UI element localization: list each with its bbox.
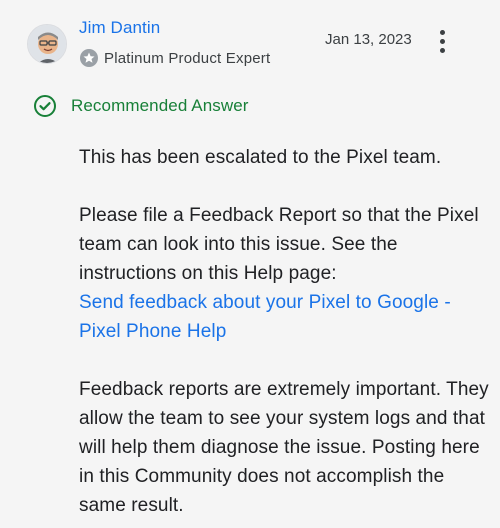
answer-body: This has been escalated to the Pixel tea…: [79, 143, 489, 528]
paragraph-feedback-instructions: Please file a Feedback Report so that th…: [79, 201, 489, 346]
help-page-link[interactable]: Send feedback about your Pixel to Google…: [79, 292, 451, 342]
more-options-button[interactable]: [428, 27, 456, 55]
badge-label: Platinum Product Expert: [104, 49, 271, 67]
recommended-answer-label: Recommended Answer: [33, 94, 249, 118]
recommended-label: Recommended Answer: [71, 96, 249, 115]
check-circle-icon: [34, 95, 56, 117]
paragraph-importance: Feedback reports are extremely important…: [79, 379, 489, 516]
avatar-image: [28, 25, 66, 63]
post-date: Jan 13, 2023: [325, 31, 412, 48]
author-badge: Platinum Product Expert: [79, 48, 270, 68]
avatar[interactable]: [27, 24, 67, 64]
paragraph-feedback-text: Please file a Feedback Report so that th…: [79, 205, 479, 284]
author-name[interactable]: Jim Dantin: [79, 18, 160, 38]
answer-card: Jim Dantin Platinum Product Expert Jan 1…: [0, 0, 500, 528]
more-vert-icon-dot: [439, 38, 445, 44]
paragraph-escalated: This has been escalated to the Pixel tea…: [79, 147, 442, 168]
star-badge-icon: [80, 49, 98, 67]
more-vert-icon-dot: [439, 47, 445, 53]
more-vert-icon: [439, 29, 445, 35]
